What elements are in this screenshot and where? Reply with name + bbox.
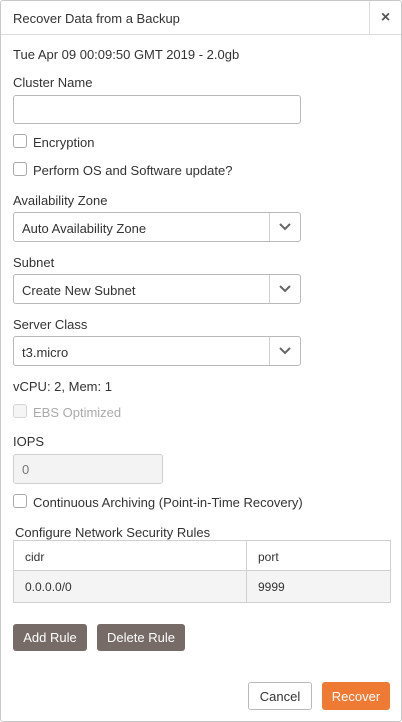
close-icon: × xyxy=(380,9,391,26)
ebs-optimized-checkbox[interactable] xyxy=(13,404,27,418)
cluster-name-label: Cluster Name xyxy=(13,75,93,90)
chevron-down-icon[interactable] xyxy=(269,337,300,365)
subnet-label: Subnet xyxy=(13,255,55,270)
chevron-down-icon[interactable] xyxy=(269,213,300,241)
dialog-header: Recover Data from a Backup × xyxy=(1,1,401,35)
server-class-select[interactable]: t3.micro xyxy=(13,336,301,366)
security-rules-label: Configure Network Security Rules xyxy=(15,525,211,540)
security-rules-table: cidr port 0.0.0.0/0 9999 xyxy=(13,540,391,603)
backup-info: Tue Apr 09 00:09:50 GMT 2019 - 2.0gb xyxy=(13,47,240,62)
dialog-title: Recover Data from a Backup xyxy=(13,11,180,26)
os-update-checkbox[interactable] xyxy=(13,162,27,176)
iops-label: IOPS xyxy=(13,434,45,449)
availability-zone-select[interactable]: Auto Availability Zone xyxy=(13,212,301,242)
availability-zone-label: Availability Zone xyxy=(13,193,108,208)
subnet-select[interactable]: Create New Subnet xyxy=(13,274,301,304)
ebs-optimized-label: EBS Optimized xyxy=(33,405,122,420)
subnet-value: Create New Subnet xyxy=(22,283,136,298)
recover-backup-dialog: Recover Data from a Backup × Tue Apr 09 … xyxy=(0,0,402,722)
continuous-archiving-checkbox[interactable] xyxy=(13,494,27,508)
column-header-cidr: cidr xyxy=(25,550,45,564)
availability-zone-value: Auto Availability Zone xyxy=(22,221,147,236)
add-rule-button[interactable]: Add Rule xyxy=(13,624,87,651)
close-button[interactable]: × xyxy=(369,1,401,35)
os-update-label: Perform OS and Software update? xyxy=(33,163,233,178)
chevron-down-icon[interactable] xyxy=(269,275,300,303)
cidr-cell: 0.0.0.0/0 xyxy=(25,580,72,594)
continuous-archiving-label: Continuous Archiving (Point-in-Time Reco… xyxy=(33,495,303,510)
cancel-button[interactable]: Cancel xyxy=(248,682,312,710)
encryption-label: Encryption xyxy=(33,135,95,150)
server-specs: vCPU: 2, Mem: 1 xyxy=(13,379,112,394)
delete-rule-button[interactable]: Delete Rule xyxy=(97,624,185,651)
iops-input[interactable] xyxy=(13,454,163,484)
column-divider xyxy=(246,541,247,602)
port-cell: 9999 xyxy=(258,580,285,594)
server-class-label: Server Class xyxy=(13,317,88,332)
server-class-value: t3.micro xyxy=(22,345,69,360)
recover-button[interactable]: Recover xyxy=(322,682,390,710)
table-row[interactable]: 0.0.0.0/0 9999 xyxy=(14,571,390,602)
encryption-checkbox[interactable] xyxy=(13,134,27,148)
cluster-name-input[interactable] xyxy=(13,95,301,124)
table-header: cidr port xyxy=(14,541,390,571)
column-header-port: port xyxy=(258,550,279,564)
